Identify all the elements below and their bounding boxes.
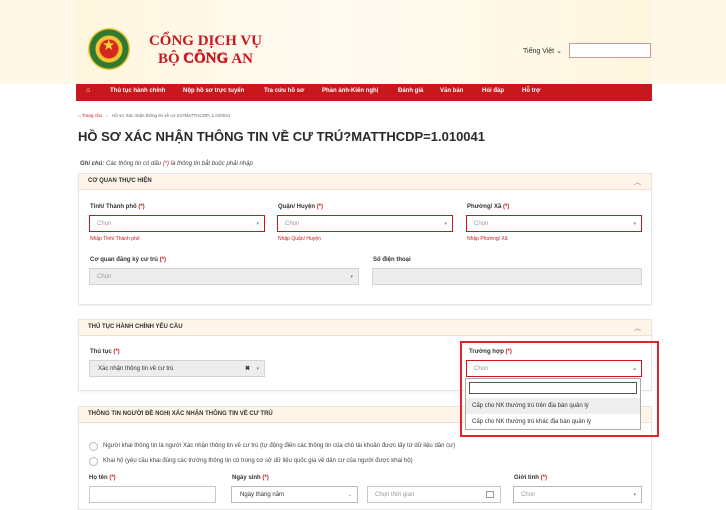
name-input[interactable] [89, 486, 216, 503]
dob-date-placeholder: Chọn thời gian [375, 492, 415, 498]
police-emblem-logo[interactable]: ★ [88, 28, 130, 70]
registry-select[interactable]: Chọn ▾ [89, 268, 359, 285]
procedure-value: Xác nhận thông tin về cư trú [98, 366, 174, 372]
dob-label: Ngày sinh (*) [232, 475, 269, 481]
breadcrumb-current: Hồ sơ Xác nhận thông tin về cư trú?MaTTH… [112, 113, 231, 118]
ward-hint: Nhập Phường/ Xã [467, 236, 508, 242]
nav-item-hoi-dap[interactable]: Hỏi đáp [482, 88, 504, 94]
ward-placeholder: Chọn [474, 221, 489, 227]
registry-label: Cơ quan đăng ký cư trú (*) [90, 257, 166, 263]
proxy-declare-label[interactable]: Khai hộ (yêu cầu khai đúng các trường th… [103, 458, 413, 464]
province-label: Tỉnh/ Thành phố (*) [90, 204, 145, 210]
nav-item-ho-tro[interactable]: Hỗ trợ [522, 88, 540, 94]
language-selector[interactable]: Tiếng Việt ⌄ [523, 47, 562, 55]
self-declare-label[interactable]: Người khai thông tin là người Xác nhận t… [103, 443, 455, 449]
note-text-after: là thông tin bắt buộc phải nhập [169, 161, 253, 167]
nav-item-thu-tuc[interactable]: Thủ tục hành chính [110, 88, 165, 94]
chevron-down-icon: ▾ [633, 492, 636, 498]
chevron-down-icon: ▾ [256, 366, 259, 372]
province-hint: Nhập Tỉnh/ Thành phố [90, 236, 140, 242]
province-placeholder: Chọn [97, 221, 112, 227]
nav-item-van-ban[interactable]: Văn bản [440, 88, 463, 94]
agency-panel-header[interactable]: CƠ QUAN THỰC HIỆN ︿ [79, 174, 651, 190]
page-title: HỒ SƠ XÁC NHẬN THÔNG TIN VỀ CƯ TRÚ?MATTH… [78, 129, 485, 144]
dob-date-input[interactable]: Chọn thời gian [367, 486, 501, 503]
procedure-label: Thủ tục (*) [90, 349, 120, 355]
self-declare-radio[interactable] [89, 442, 98, 451]
site-title-line2[interactable]: BỘ CÔNG AN [143, 51, 268, 68]
dob-format-value: Ngày tháng năm [240, 492, 285, 498]
district-hint: Nhập Quận/ Huyện [278, 236, 321, 242]
star-icon: ★ [102, 37, 116, 54]
district-select[interactable]: Chọn ▾ [277, 215, 453, 232]
procedure-select[interactable]: Xác nhận thông tin về cư trú ✖ ▾ [89, 360, 265, 377]
nav-item-danh-gia[interactable]: Đánh giá [398, 88, 423, 94]
province-select[interactable]: Chọn ▾ [89, 215, 265, 232]
registry-placeholder: Chọn [97, 274, 112, 280]
nav-item-nop-ho-so[interactable]: Nộp hồ sơ trực tuyến [183, 88, 244, 94]
proxy-declare-radio[interactable] [89, 457, 98, 466]
breadcrumb-home[interactable]: ⌂ Trang chủ [78, 113, 102, 118]
ward-label: Phường/ Xã (*) [467, 204, 510, 210]
gender-placeholder: Chọn [521, 492, 536, 498]
main-nav: ⌂ Thủ tục hành chính Nộp hồ sơ trực tuyế… [76, 84, 652, 101]
gender-label: Giới tính (*) [514, 475, 547, 481]
breadcrumb: ⌂ Trang chủ › Hồ sơ Xác nhận thông tin v… [78, 113, 230, 118]
header-search-input[interactable] [569, 43, 651, 58]
chevron-down-icon: ⌄ [347, 492, 352, 498]
district-placeholder: Chọn [285, 221, 300, 227]
chevron-down-icon: ▾ [444, 221, 447, 227]
home-icon[interactable]: ⌂ [86, 87, 90, 94]
chevron-down-icon: ▾ [256, 221, 259, 227]
phone-input[interactable] [372, 268, 642, 285]
agency-panel: CƠ QUAN THỰC HIỆN ︿ Tỉnh/ Thành phố (*) … [78, 173, 652, 305]
note-label: Ghi chú: [80, 161, 105, 167]
gender-select[interactable]: Chọn ▾ [513, 486, 642, 503]
breadcrumb-separator: › [106, 113, 108, 118]
ward-select[interactable]: Chọn ▾ [466, 215, 642, 232]
calendar-icon[interactable] [486, 491, 494, 498]
chevron-down-icon: ▾ [350, 274, 353, 280]
procedure-panel-title: THỦ TỤC HÀNH CHÍNH YÊU CẦU [88, 324, 183, 330]
nav-item-tra-cuu[interactable]: Tra cứu hồ sơ [264, 88, 304, 94]
required-note: Ghi chú: Các thông tin có dấu (*) là thô… [80, 161, 253, 167]
chevron-down-icon: ▾ [633, 221, 636, 227]
collapse-icon[interactable]: ︿ [634, 323, 641, 333]
note-text-before: Các thông tin có dấu [104, 161, 163, 167]
clear-icon[interactable]: ✖ [245, 365, 250, 372]
procedure-panel-header[interactable]: THỦ TỤC HÀNH CHÍNH YÊU CẦU ︿ [79, 320, 651, 336]
highlight-box [460, 341, 659, 437]
district-label: Quận/ Huyện (*) [278, 204, 324, 210]
collapse-icon[interactable]: ︿ [634, 177, 641, 187]
nav-item-phan-anh[interactable]: Phản ánh-Kiến nghị [322, 88, 378, 94]
applicant-panel-title: THÔNG TIN NGƯỜI ĐỀ NGHỊ XÁC NHẬN THÔNG T… [88, 411, 273, 417]
agency-panel-title: CƠ QUAN THỰC HIỆN [88, 178, 152, 184]
phone-label: Số điện thoại [373, 257, 411, 263]
name-label: Họ tên (*) [89, 475, 116, 481]
dob-format-select[interactable]: Ngày tháng năm ⌄ [231, 486, 358, 503]
